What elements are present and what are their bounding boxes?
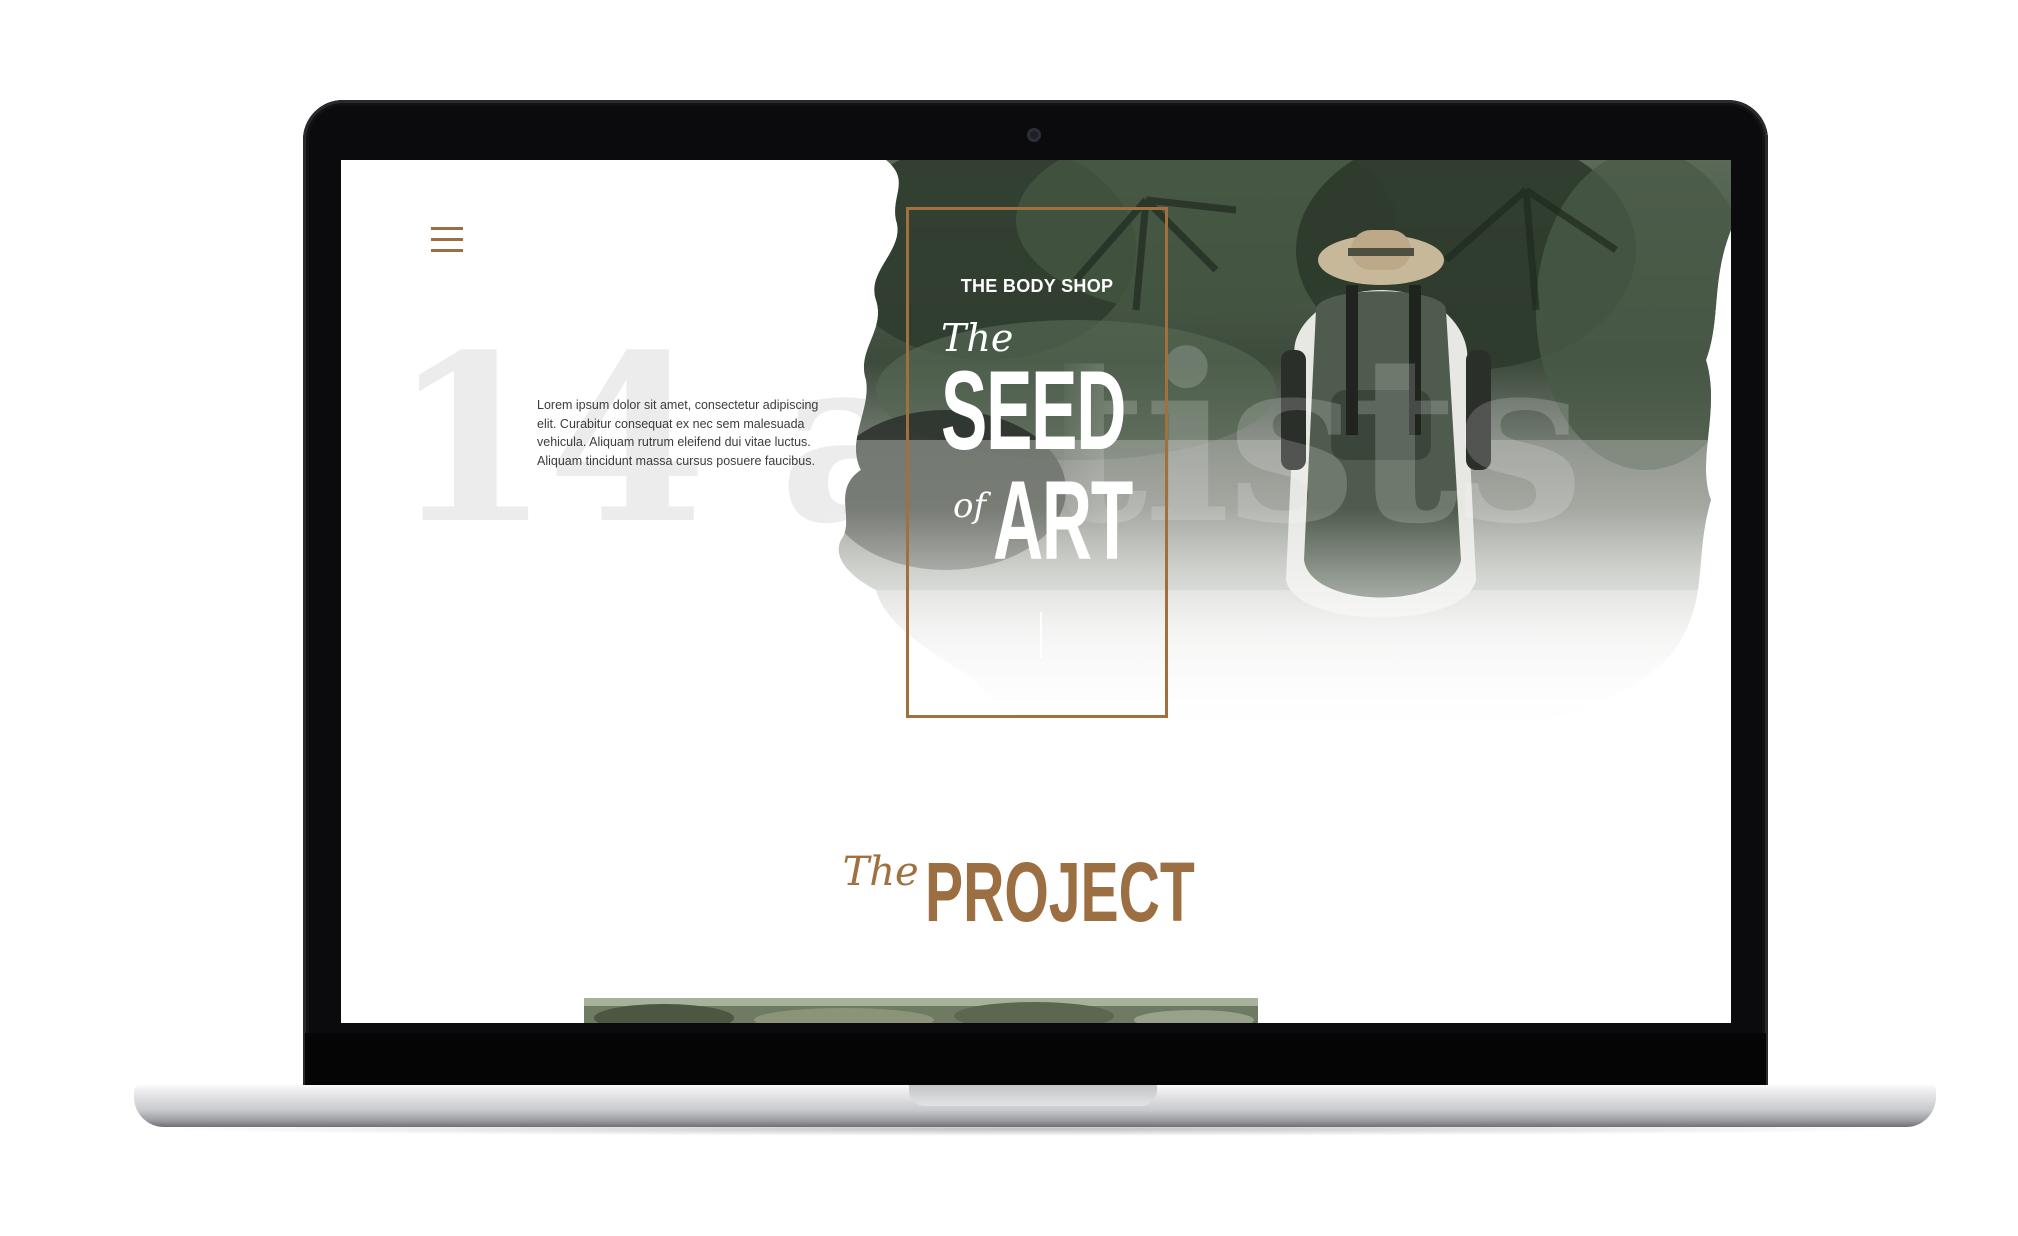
camera-icon [1027, 128, 1041, 142]
project-the: The [842, 849, 919, 895]
title-art: ART [993, 458, 1133, 583]
brand-name: THE BODY SHOP [960, 276, 1114, 296]
scroll-indicator[interactable] [1040, 612, 1042, 658]
hamburger-menu-icon[interactable] [431, 225, 463, 255]
project-title: PROJECT [924, 845, 1195, 939]
project-heading: ThePROJECT [341, 845, 1731, 939]
laptop-bezel-bottom [305, 1033, 1766, 1085]
laptop-notch [909, 1085, 1157, 1106]
website-screen: 14 artists Lorem ipsum dolor sit amet, c… [341, 160, 1731, 1023]
title-of: of [953, 486, 987, 526]
project-image [584, 998, 1258, 1023]
